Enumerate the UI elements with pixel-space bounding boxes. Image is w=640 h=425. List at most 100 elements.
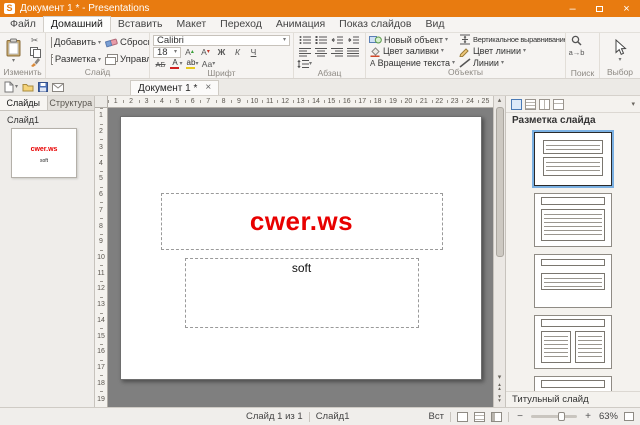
- numbered-list-button[interactable]: [313, 35, 328, 46]
- menu-tab-макет[interactable]: Макет: [169, 17, 213, 32]
- status-slide-name[interactable]: Слайд1: [316, 411, 350, 422]
- zoom-slider[interactable]: [531, 415, 577, 418]
- panel-layouts-icon[interactable]: [511, 99, 522, 110]
- new-object-button[interactable]: Новый объект▾: [369, 34, 455, 45]
- ruler-mark-h: 14: [308, 96, 323, 107]
- status-slide-info[interactable]: Слайд 1 из 1: [246, 411, 303, 422]
- select-objects-button[interactable]: ▾: [608, 34, 632, 68]
- font-color-button[interactable]: А▾: [169, 59, 184, 70]
- menu-tab-вид[interactable]: Вид: [418, 17, 451, 32]
- menu-tab-переход[interactable]: Переход: [213, 17, 269, 32]
- tab-close-icon[interactable]: ×: [205, 83, 211, 93]
- send-email-button[interactable]: [52, 83, 64, 92]
- panel-header-icon[interactable]: [553, 99, 564, 110]
- add-slide-button[interactable]: Добавить▾: [49, 37, 103, 48]
- ruler-mark-h: 25: [478, 96, 493, 107]
- maximize-button[interactable]: [586, 0, 613, 17]
- ruler-mark-h: 8: [216, 96, 231, 107]
- clipboard-icon: [6, 38, 21, 57]
- open-button[interactable]: [22, 82, 34, 92]
- vertical-align-button[interactable]: Вертикальное выравнивание▾: [459, 34, 566, 45]
- format-painter-button[interactable]: [27, 57, 42, 68]
- font-name-select[interactable]: Calibri▾: [153, 35, 290, 46]
- slide-thumbnail[interactable]: cwer.ws soft: [11, 128, 77, 178]
- view-normal-icon[interactable]: [457, 412, 468, 422]
- highlight-button[interactable]: ab▾: [185, 59, 200, 70]
- vertical-scrollbar[interactable]: ▴ ▾ ▴▴ ▾▾: [493, 96, 505, 407]
- save-button[interactable]: [38, 82, 48, 92]
- panel-menu-icon[interactable]: ▾: [631, 100, 635, 108]
- shrink-font-button[interactable]: А▾: [198, 47, 213, 58]
- zoom-out-button[interactable]: −: [515, 411, 525, 422]
- zoom-fit-icon[interactable]: [624, 412, 634, 421]
- ribbon-group-slide: Добавить▾ Сбросить Разметка▾ Управление▾…: [46, 33, 150, 78]
- line-spacing-button[interactable]: ▾: [297, 59, 312, 70]
- horizontal-ruler[interactable]: 1234567891011121314151617181920212223242…: [108, 96, 493, 108]
- bold-button[interactable]: Ж: [214, 47, 229, 58]
- tab-outline[interactable]: Структура: [48, 96, 95, 110]
- menu-tab-домашний[interactable]: Домашний: [43, 16, 111, 32]
- ribbon-group-objects: Новый объект▾ Цвет заливки▾ АВращение те…: [366, 33, 566, 78]
- grow-font-button[interactable]: А▴: [182, 47, 197, 58]
- strikethrough-button[interactable]: АБ: [153, 59, 168, 70]
- search-button[interactable]: [569, 35, 584, 46]
- view-notes-icon[interactable]: [491, 412, 502, 422]
- align-justify-button[interactable]: [345, 47, 360, 58]
- close-button[interactable]: ×: [613, 0, 640, 17]
- subtitle-placeholder[interactable]: soft: [185, 258, 419, 328]
- fill-color-button[interactable]: Цвет заливки▾: [369, 45, 455, 56]
- slide[interactable]: cwer.ws soft: [120, 116, 482, 380]
- paste-button[interactable]: ▾: [3, 34, 24, 68]
- layout-option-title-content[interactable]: [534, 193, 612, 247]
- document-tab[interactable]: Документ 1 * ×: [130, 80, 219, 95]
- layout-option-title-slide[interactable]: [534, 132, 612, 186]
- tab-slides[interactable]: Слайды: [0, 96, 48, 110]
- new-document-button[interactable]: ▾: [4, 81, 18, 93]
- text-rotation-button[interactable]: АВращение текста▾: [369, 57, 455, 68]
- underline-button[interactable]: Ч: [246, 47, 261, 58]
- minimize-button[interactable]: –: [559, 0, 586, 17]
- slide-layout-button[interactable]: Разметка▾: [49, 54, 103, 65]
- panel-outline-icon[interactable]: [525, 99, 536, 110]
- layout-option-title-big-content[interactable]: [534, 376, 612, 391]
- ruler-mark-v: 15: [95, 328, 107, 344]
- align-center-button[interactable]: [313, 47, 328, 58]
- align-right-button[interactable]: [329, 47, 344, 58]
- zoom-in-button[interactable]: +: [583, 411, 593, 422]
- ruler-mark-v: 8: [95, 218, 107, 234]
- font-size-select[interactable]: 18▾: [153, 47, 181, 58]
- zoom-slider-thumb[interactable]: [558, 412, 565, 421]
- scroll-up-icon[interactable]: ▴: [498, 96, 502, 106]
- decrease-indent-button[interactable]: [329, 35, 344, 46]
- status-insert-mode[interactable]: Вст: [429, 411, 444, 422]
- menu-tab-показ-слайдов[interactable]: Показ слайдов: [332, 17, 418, 32]
- cut-button[interactable]: ✂: [27, 35, 42, 46]
- zoom-level[interactable]: 63%: [599, 411, 618, 422]
- bullet-list-button[interactable]: [297, 35, 312, 46]
- new-document-icon: [4, 81, 14, 93]
- increase-indent-button[interactable]: [345, 35, 360, 46]
- line-color-button[interactable]: Цвет линии▾: [459, 45, 566, 56]
- menu-tab-анимация[interactable]: Анимация: [269, 17, 332, 32]
- ribbon-group-paragraph: ▾ Абзац: [294, 33, 366, 78]
- ruler-mark-h: 22: [432, 96, 447, 107]
- view-sorter-icon[interactable]: [474, 412, 485, 422]
- menu-tab-файл[interactable]: Файл: [3, 17, 43, 32]
- copy-button[interactable]: [27, 46, 42, 57]
- manage-slides-button[interactable]: Управление▾: [103, 54, 150, 65]
- layout-option-content-band[interactable]: [534, 254, 612, 308]
- replace-button[interactable]: a→b: [569, 47, 584, 58]
- panel-split-icon[interactable]: [539, 99, 550, 110]
- brush-icon: [30, 57, 40, 67]
- menu-tab-вставить[interactable]: Вставить: [111, 17, 170, 32]
- reset-slide-button[interactable]: Сбросить: [103, 37, 150, 48]
- ruler-mark-h: 7: [200, 96, 215, 107]
- vertical-ruler[interactable]: 12345678910111213141516171819: [95, 108, 108, 407]
- title-placeholder[interactable]: cwer.ws: [161, 193, 443, 250]
- italic-button[interactable]: К: [230, 47, 245, 58]
- next-slide-button[interactable]: ▾▾: [498, 395, 501, 407]
- align-left-button[interactable]: [297, 47, 312, 58]
- layout-option-two-content[interactable]: [534, 315, 612, 369]
- menu-tabs: ФайлДомашнийВставитьМакетПереходАнимация…: [0, 17, 640, 33]
- scrollbar-thumb[interactable]: [496, 107, 504, 257]
